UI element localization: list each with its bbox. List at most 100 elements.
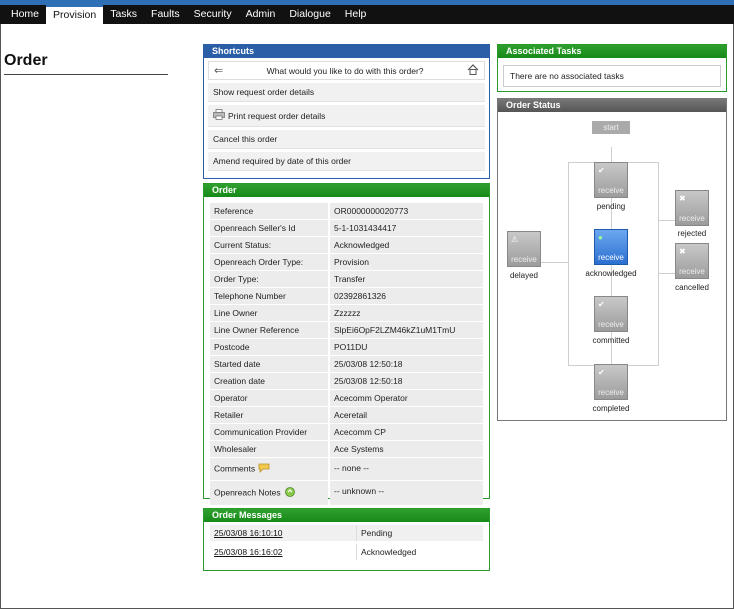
cancel-order-link[interactable]: Cancel this order — [208, 130, 485, 149]
field-value: Provision — [330, 254, 483, 270]
field-value: Acecomm CP — [330, 424, 483, 440]
field-value: Ace Systems — [330, 441, 483, 457]
flow-connector — [658, 273, 676, 274]
field-value: Transfer — [330, 271, 483, 287]
delayed-state-node[interactable]: ⚠ receive — [507, 231, 541, 267]
refresh-notes-icon[interactable] — [284, 486, 296, 500]
order-messages-panel: Order Messages 25/03/08 16:10:10 Pending… — [203, 508, 490, 571]
shortcuts-panel: Shortcuts ⇐ What would you like to do wi… — [203, 44, 490, 179]
nav-provision[interactable]: Provision — [46, 5, 104, 24]
field-label: Communication Provider — [210, 424, 328, 440]
completed-state-node[interactable]: ✔ receive — [594, 364, 628, 400]
order-row-openreach-notes: Openreach Notes -- unknown -- — [210, 481, 483, 505]
committed-caption: committed — [592, 336, 630, 345]
field-value: PO11DU — [330, 339, 483, 355]
message-date-link[interactable]: 25/03/08 16:16:02 — [210, 544, 356, 560]
acknowledged-caption: acknowledged — [585, 269, 637, 278]
field-value: 25/03/08 12:50:18 — [330, 373, 483, 389]
order-row-postcode: Postcode PO11DU — [210, 339, 483, 355]
notes-label: Openreach Notes — [214, 487, 281, 498]
home-icon[interactable] — [467, 64, 479, 77]
field-label: Current Status: — [210, 237, 328, 253]
node-label: receive — [598, 320, 624, 329]
print-link-label: Print request order details — [228, 110, 326, 121]
order-title: Order — [204, 184, 489, 197]
acknowledged-state-node[interactable]: ● receive — [594, 229, 628, 265]
message-row: 25/03/08 16:10:10 Pending — [210, 525, 483, 541]
current-state-icon: ● — [598, 233, 603, 242]
field-label: Started date — [210, 356, 328, 372]
associated-tasks-panel: Associated Tasks There are no associated… — [497, 44, 727, 92]
printer-icon — [213, 109, 225, 122]
warning-icon: ⚠ — [511, 235, 519, 244]
order-row-line-owner-reference: Line Owner Reference SlpEi6OpF2LZM46kZ1uM… — [210, 322, 483, 338]
field-label: Openreach Notes — [210, 481, 328, 505]
status-flow-diagram: start ✔ receive pending ● receive acknow… — [498, 112, 726, 420]
order-row-current-status: Current Status: Acknowledged — [210, 237, 483, 253]
start-node: start — [592, 121, 630, 134]
nav-help[interactable]: Help — [338, 5, 374, 24]
flow-connector — [540, 262, 569, 263]
field-label: Wholesaler — [210, 441, 328, 457]
check-icon: ✔ — [598, 166, 605, 175]
field-label: Openreach Order Type: — [210, 254, 328, 270]
field-label: Operator — [210, 390, 328, 406]
nav-faults[interactable]: Faults — [144, 5, 187, 24]
order-messages-title: Order Messages — [204, 509, 489, 522]
nav-dialogue[interactable]: Dialogue — [282, 5, 337, 24]
check-icon: ✔ — [598, 368, 605, 377]
cancelled-caption: cancelled — [675, 283, 709, 292]
page-title: Order — [4, 52, 48, 69]
order-row-operator: Operator Acecomm Operator — [210, 390, 483, 406]
order-row-telephone-number: Telephone Number 02392861326 — [210, 288, 483, 304]
order-row-wholesaler: Wholesaler Ace Systems — [210, 441, 483, 457]
field-label: Comments — [210, 458, 328, 480]
message-date-link[interactable]: 25/03/08 16:10:10 — [210, 525, 356, 541]
order-row-seller-id: Openreach Seller's Id 5-1-1031434417 — [210, 220, 483, 236]
order-row-creation-date: Creation date 25/03/08 12:50:18 — [210, 373, 483, 389]
field-value: -- unknown -- — [330, 481, 483, 505]
field-label: Openreach Seller's Id — [210, 220, 328, 236]
completed-caption: completed — [592, 404, 630, 413]
order-row-order-type: Order Type: Transfer — [210, 271, 483, 287]
nav-security[interactable]: Security — [187, 5, 239, 24]
node-label: receive — [598, 186, 624, 195]
field-label: Reference — [210, 203, 328, 219]
show-request-order-details-link[interactable]: Show request order details — [208, 83, 485, 102]
field-label: Telephone Number — [210, 288, 328, 304]
field-value: Acecomm Operator — [330, 390, 483, 406]
order-row-reference: Reference OR0000000020773 — [210, 203, 483, 219]
field-value: Aceretail — [330, 407, 483, 423]
order-row-communication-provider: Communication Provider Acecomm CP — [210, 424, 483, 440]
shortcuts-title: Shortcuts — [204, 45, 489, 58]
back-arrow-icon[interactable]: ⇐ — [214, 64, 223, 77]
cross-icon: ✖ — [679, 247, 686, 256]
nav-admin[interactable]: Admin — [239, 5, 283, 24]
node-label: receive — [598, 388, 624, 397]
rejected-state-node[interactable]: ✖ receive — [675, 190, 709, 226]
flow-connector — [658, 220, 676, 221]
flow-connector — [568, 162, 569, 365]
order-row-started-date: Started date 25/03/08 12:50:18 — [210, 356, 483, 372]
nav-tasks[interactable]: Tasks — [103, 5, 144, 24]
order-status-panel: Order Status start ✔ receive pending ● r… — [497, 98, 727, 421]
rejected-caption: rejected — [677, 229, 707, 238]
cancelled-state-node[interactable]: ✖ receive — [675, 243, 709, 279]
flow-connector — [658, 162, 659, 365]
add-comment-icon[interactable] — [258, 463, 270, 475]
field-value: Zzzzzz — [330, 305, 483, 321]
field-value: -- none -- — [330, 458, 483, 480]
field-value: 5-1-1031434417 — [330, 220, 483, 236]
delayed-caption: delayed — [509, 271, 539, 280]
check-icon: ✔ — [598, 300, 605, 309]
print-request-order-details-link[interactable]: Print request order details — [208, 105, 485, 127]
node-label: receive — [679, 214, 705, 223]
pending-state-node[interactable]: ✔ receive — [594, 162, 628, 198]
shortcuts-question: What would you like to do with this orde… — [266, 65, 424, 76]
amend-required-by-date-link[interactable]: Amend required by date of this order — [208, 152, 485, 171]
committed-state-node[interactable]: ✔ receive — [594, 296, 628, 332]
no-tasks-message: There are no associated tasks — [503, 65, 721, 87]
order-row-comments: Comments -- none -- — [210, 458, 483, 480]
node-label: receive — [598, 253, 624, 262]
nav-home[interactable]: Home — [4, 5, 46, 24]
